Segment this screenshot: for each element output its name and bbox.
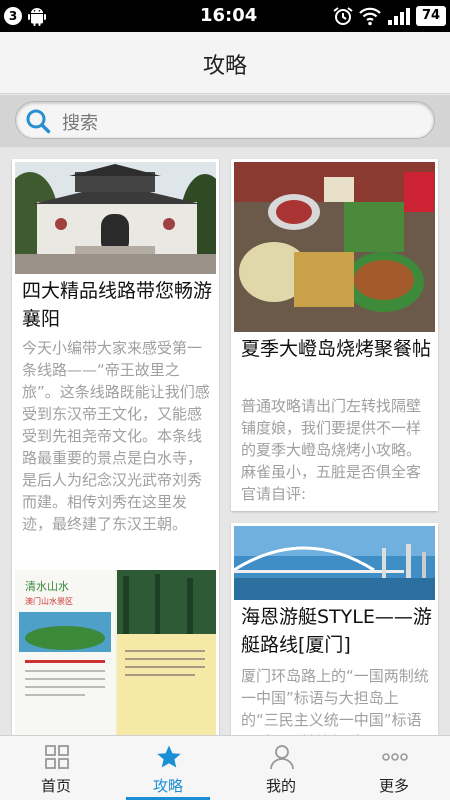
search-input[interactable]: 搜索 xyxy=(15,101,435,139)
android-icon xyxy=(28,8,46,26)
guide-card[interactable]: 夏季大嶝岛烧烤聚餐帖 普通攻略请出门左转找隔壁铺度娘，我们要提供不一样的夏季大嶝… xyxy=(231,159,438,511)
bottom-tab-bar: 首页 攻略 我的 更多 xyxy=(0,735,450,800)
tab-home[interactable]: 首页 xyxy=(0,736,112,800)
guide-list[interactable]: 四大精品线路带您畅游襄阳 今天小编带大家来感受第一条线路——“帝王故里之旅”。这… xyxy=(0,147,450,735)
wifi-icon xyxy=(359,7,381,26)
tab-more[interactable]: 更多 xyxy=(338,736,450,800)
more-icon xyxy=(382,753,408,761)
search-icon xyxy=(26,109,51,134)
tab-guides-label: 攻略 xyxy=(152,777,183,795)
title-bar: 攻略 xyxy=(0,32,450,94)
person-icon xyxy=(270,745,294,770)
card-title: 四大精品线路带您畅游襄阳 xyxy=(22,280,213,330)
card-image-brochure: 清水山水 澳门山水景区 xyxy=(15,570,216,735)
page-title: 攻略 xyxy=(202,54,247,79)
brochure-heading-text: 澳门山水景区 xyxy=(25,597,73,606)
guide-card[interactable]: 四大精品线路带您畅游襄阳 今天小编带大家来感受第一条线路——“帝王故里之旅”。这… xyxy=(12,159,219,567)
alarm-icon xyxy=(333,7,353,25)
notification-count-badge: 3 xyxy=(4,7,22,25)
card-description: 今天小编带大家来感受第一条线路——“帝王故里之旅”。这条线路既能让我们感受到东汉… xyxy=(22,339,210,533)
tab-home-label: 首页 xyxy=(40,777,71,795)
card-description: 普通攻略请出门左转找隔壁铺度娘，我们要提供不一样的夏季大嶝岛烧烤小攻略。麻雀虽小… xyxy=(241,397,422,503)
search-bar-container: 搜索 xyxy=(0,95,450,147)
search-placeholder: 搜索 xyxy=(62,113,98,134)
card-description: 厦门环岛路上的“一国两制统一中国”标语与大担岛上的“三民主义统一中国”标语面对面… xyxy=(241,667,429,735)
card-title: 海恩游艇STYLE——游艇路线[厦门] xyxy=(241,606,432,656)
clock: 16:04 xyxy=(200,5,258,26)
card-title: 夏季大嶝岛烧烤聚餐帖 xyxy=(241,338,432,360)
battery-indicator: 74 xyxy=(416,6,446,26)
grid-icon xyxy=(45,745,69,769)
guide-card[interactable]: 清水山水 澳门山水景区 xyxy=(12,567,219,735)
card-image-temple-gate xyxy=(15,162,216,274)
tab-guides[interactable]: 攻略 xyxy=(112,736,224,800)
card-image-barbecue xyxy=(234,162,435,332)
brochure-logo-text: 清水山水 xyxy=(25,580,69,593)
status-bar: 3 16:04 74 xyxy=(0,0,450,32)
signal-icon xyxy=(388,8,410,25)
tab-more-label: 更多 xyxy=(378,777,409,795)
tab-mine-label: 我的 xyxy=(265,777,296,795)
card-image-bridge xyxy=(234,526,435,600)
tab-mine[interactable]: 我的 xyxy=(225,736,337,800)
star-icon xyxy=(157,745,181,768)
guide-card[interactable]: 海恩游艇STYLE——游艇路线[厦门] 厦门环岛路上的“一国两制统一中国”标语与… xyxy=(231,523,438,735)
